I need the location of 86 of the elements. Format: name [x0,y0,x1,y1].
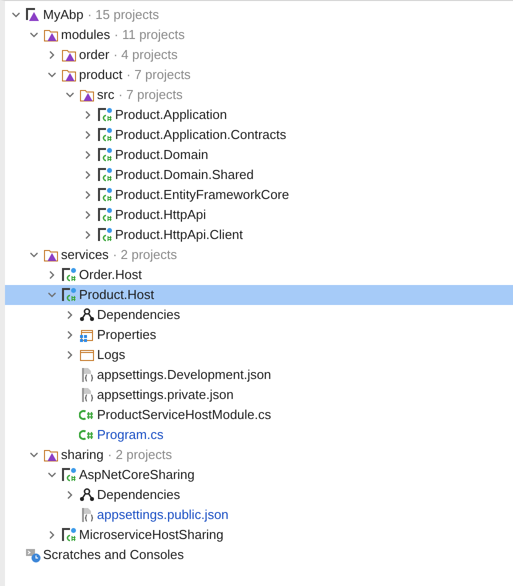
csharp-project-icon [97,167,113,183]
tree-item-label[interactable]: Product.Application [115,105,228,125]
project-count: · 7 projects [118,86,183,104]
solution-folder-icon [43,27,59,43]
selected-row[interactable]: Product.Host [5,285,513,305]
tree-item-label[interactable]: services [61,245,109,265]
expand-chevron-icon[interactable] [83,110,93,120]
expand-chevron-icon[interactable] [83,210,93,220]
csharp-project-icon [97,187,113,203]
collapse-chevron-icon[interactable] [11,10,21,20]
expand-chevron-icon[interactable] [47,50,57,60]
tree-item-label[interactable]: product [79,65,122,85]
solution-icon [25,7,41,23]
csharp-project-icon [61,527,77,543]
tree-item-label[interactable]: modules [61,25,110,45]
json-file-icon [79,367,95,383]
csharp-file-icon [79,407,95,423]
tree-item-label[interactable]: appsettings.public.json [97,505,229,525]
expand-chevron-icon[interactable] [83,190,93,200]
project-count: · 2 projects [108,446,172,464]
expand-chevron-icon[interactable] [65,330,75,340]
tree-item-label[interactable]: sharing [61,445,104,465]
csharp-project-icon [61,467,77,483]
dependencies-icon [79,487,95,503]
tree-item-label[interactable]: Program.cs [97,425,164,445]
json-file-icon [79,387,95,403]
csharp-project-icon [97,147,113,163]
collapse-chevron-icon[interactable] [65,90,75,100]
solution-folder-icon [43,447,59,463]
tree-item-label[interactable]: Product.HttpApi [115,205,206,225]
dependencies-icon [79,307,95,323]
csharp-project-icon [97,207,113,223]
tree-item-label[interactable]: AspNetCoreSharing [79,465,195,485]
csharp-project-icon [97,107,113,123]
solution-folder-icon [61,67,77,83]
project-count: · 7 projects [126,66,191,84]
tree-item-label[interactable]: Logs [97,345,126,365]
expand-chevron-icon[interactable] [47,530,57,540]
tree-item-label[interactable]: Product.HttpApi.Client [115,225,243,245]
properties-folder-icon [79,327,95,343]
tree-item-label[interactable]: Product.Domain.Shared [115,165,254,185]
tree-item-label[interactable]: src [97,85,114,105]
collapse-chevron-icon[interactable] [47,290,57,300]
project-count: · 11 projects [114,26,185,44]
csharp-project-icon [61,287,77,303]
project-count: · 4 projects [113,46,178,64]
json-file-icon [79,507,95,523]
tree-item-label[interactable]: appsettings.private.json [97,385,234,405]
collapse-chevron-icon[interactable] [47,70,57,80]
tree-item-label[interactable]: appsettings.Development.json [97,365,272,385]
expand-chevron-icon[interactable] [65,490,75,500]
expand-chevron-icon[interactable] [65,310,75,320]
tree-item-label[interactable]: Dependencies [97,305,180,325]
tree-item-label[interactable]: Dependencies [97,485,180,505]
tree-item-label[interactable]: MicroserviceHostSharing [79,525,224,545]
tree-item-label[interactable]: Product.Domain [115,145,208,165]
tree-item-label[interactable]: Order.Host [79,265,142,285]
expand-chevron-icon[interactable] [83,170,93,180]
tree-item-label[interactable]: MyAbp [43,5,84,25]
tree-item-label[interactable]: Product.Host [79,285,154,305]
expand-chevron-icon[interactable] [47,270,57,280]
csharp-file-icon [79,427,95,443]
solution-folder-icon [43,247,59,263]
scratches-icon [25,547,41,563]
collapse-chevron-icon[interactable] [29,450,39,460]
csharp-project-icon [61,267,77,283]
tree-item-label[interactable]: Scratches and Consoles [43,545,184,565]
tree-item-label[interactable]: Product.Application.Contracts [115,125,286,145]
collapse-chevron-icon[interactable] [47,470,57,480]
tree-item-label[interactable]: Properties [97,325,156,345]
project-count: · 15 projects [87,6,160,24]
project-count: · 2 projects [112,246,177,264]
solution-folder-icon [79,87,95,103]
csharp-project-icon [97,127,113,143]
expand-chevron-icon[interactable] [83,230,93,240]
tree-item-label[interactable]: ProductServiceHostModule.cs [97,405,272,425]
collapse-chevron-icon[interactable] [29,30,39,40]
expand-chevron-icon[interactable] [65,350,75,360]
collapse-chevron-icon[interactable] [29,250,39,260]
csharp-project-icon [97,227,113,243]
folder-icon [79,347,95,363]
expand-chevron-icon[interactable] [83,150,93,160]
tree-item-label[interactable]: order [79,45,110,65]
solution-folder-icon [61,47,77,63]
tree-item-label[interactable]: Product.EntityFrameworkCore [115,185,290,205]
expand-chevron-icon[interactable] [83,130,93,140]
